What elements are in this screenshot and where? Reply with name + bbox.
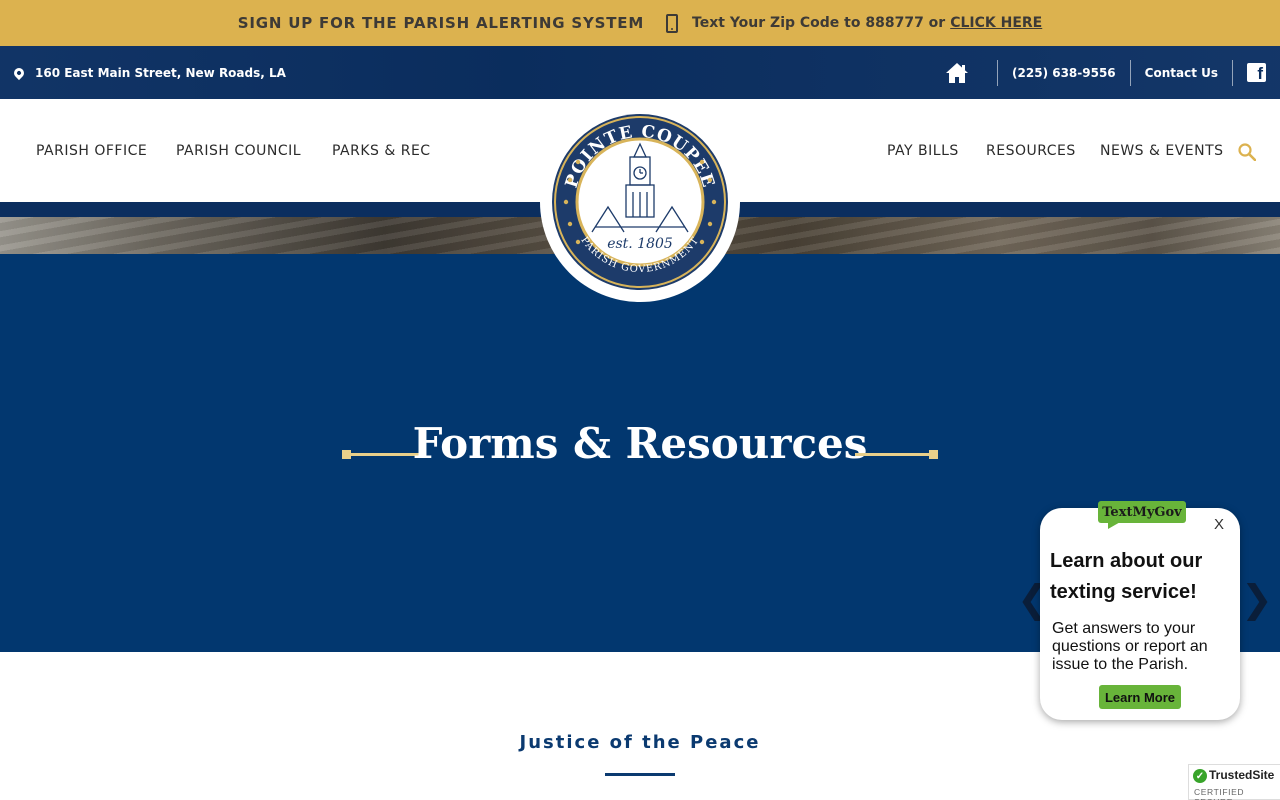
contact-us-link[interactable]: Contact Us [1145,66,1218,80]
check-icon: ✓ [1193,769,1207,783]
alert-text: Text Your Zip Code to 888777 or [692,15,946,31]
popup-close-button[interactable]: X [1214,516,1224,533]
nav-news-events[interactable]: NEWS & EVENTS [1100,99,1224,202]
divider [1232,59,1233,86]
divider [997,59,999,86]
home-icon[interactable] [945,62,969,84]
page-title: Forms & Resources [412,419,868,468]
info-links: (225) 638-9556 Contact Us f [945,46,1266,99]
info-bar: 160 East Main Street, New Roads, LA (225… [0,46,1280,99]
phone-link[interactable]: (225) 638-9556 [1012,66,1116,80]
popup-heading: Learn about our texting service! [1050,550,1203,603]
section-title: Justice of the Peace [519,732,761,753]
title-deco-line-right [855,453,935,456]
section-underline [605,773,675,776]
nav-pay-bills[interactable]: PAY BILLS [887,99,959,202]
facebook-icon[interactable]: f [1247,63,1266,82]
divider [1129,59,1131,86]
mobile-phone-icon [666,13,679,33]
parish-logo[interactable]: POINTE COUPEE PARISH GOVERNMENT est. 180… [540,102,740,302]
nav-parish-council[interactable]: PARISH COUNCIL [176,99,301,202]
address: 160 East Main Street, New Roads, LA [11,46,286,99]
map-pin-icon [11,65,27,80]
nav-parks-rec[interactable]: PARKS & REC [332,99,431,202]
click-here-link[interactable]: CLICK HERE [950,15,1042,31]
textmygov-badge: TextMyGov [1098,501,1186,529]
popup-body: Get answers to your questions or report … [1052,620,1208,673]
alert-bar: SIGN UP FOR THE PARISH ALERTING SYSTEM T… [0,0,1280,46]
learn-more-button[interactable]: Learn More [1099,685,1181,709]
carousel-next-arrow[interactable]: ❯ [1241,580,1273,618]
nav-resources[interactable]: RESOURCES [986,99,1076,202]
trustedsite-sub: CERTIFIED SECURE [1194,787,1245,800]
trustedsite-badge[interactable]: ✓ TrustedSite CERTIFIED SECURE [1188,764,1280,800]
nav-parish-office[interactable]: PARISH OFFICE [36,99,147,202]
title-deco-dot-right [929,450,938,459]
trustedsite-name: TrustedSite [1209,768,1275,782]
alert-title: SIGN UP FOR THE PARISH ALERTING SYSTEM [237,14,645,32]
textmygov-popup: TextMyGov X Learn about our texting serv… [1040,501,1240,720]
logo-est: est. 1805 [607,236,673,252]
search-icon[interactable] [1238,143,1256,161]
address-text: 160 East Main Street, New Roads, LA [35,65,286,80]
